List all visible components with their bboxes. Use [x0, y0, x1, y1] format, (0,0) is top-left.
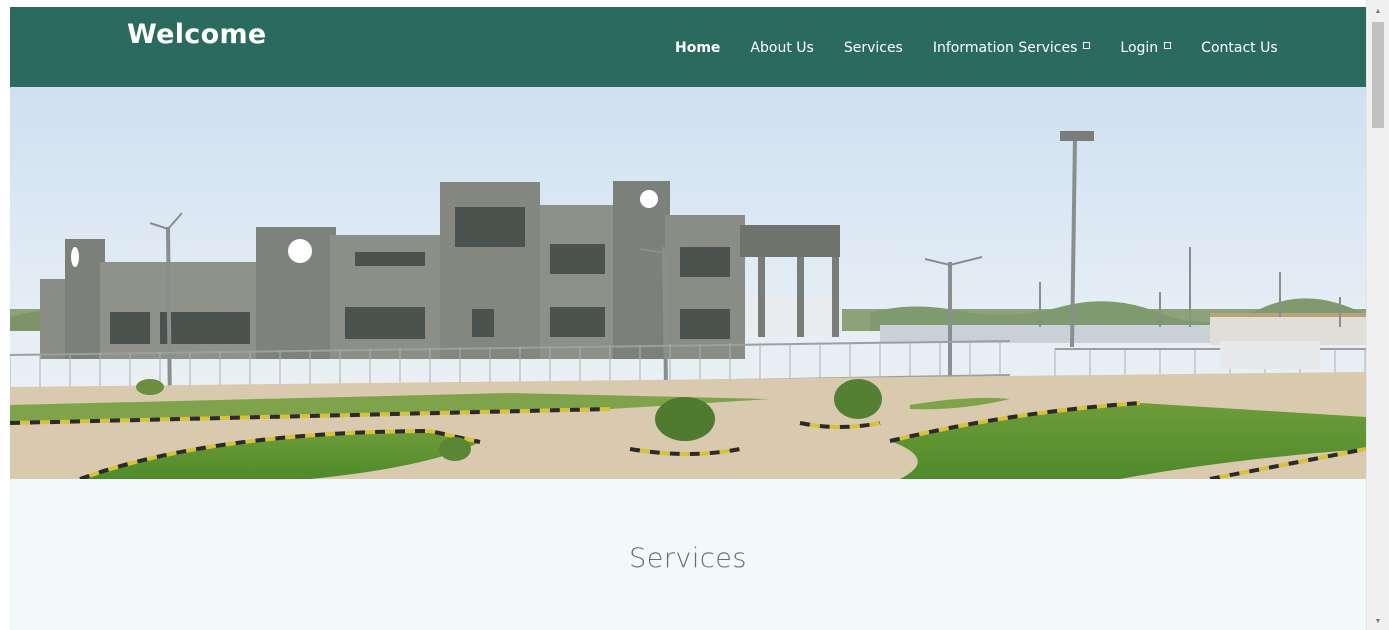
brand-logo-text[interactable]: Welcome [127, 19, 267, 50]
nav-item-label: Home [675, 40, 721, 56]
nav-item-information-services[interactable]: Information Services [933, 40, 1091, 56]
scroll-down-arrow-icon[interactable]: ▼ [1367, 614, 1389, 628]
services-section: Services [10, 479, 1366, 630]
vertical-scrollbar[interactable]: ▲ ▼ [1366, 0, 1389, 630]
nav-item-home[interactable]: Home [675, 40, 720, 56]
caret-box-icon [1164, 42, 1172, 49]
top-strip [0, 0, 1366, 7]
nav-item-label: Contact Us [1201, 40, 1278, 56]
nav-item-contact-us[interactable]: Contact Us [1201, 40, 1277, 56]
nav-item-label: Login [1120, 40, 1159, 56]
main-nav: Home About Us Services Information Servi… [675, 38, 1278, 58]
nav-item-label: Information Services [932, 40, 1078, 56]
caret-box-icon [1083, 42, 1091, 49]
scroll-up-arrow-icon[interactable]: ▲ [1367, 4, 1389, 18]
navbar: Welcome Home About Us Services Informati… [10, 7, 1366, 87]
nav-item-services[interactable]: Services [844, 40, 903, 56]
scroll-thumb[interactable] [1372, 22, 1384, 128]
page: Welcome Home About Us Services Informati… [0, 0, 1389, 630]
nav-item-about-us[interactable]: About Us [750, 40, 813, 56]
hero-banner [10, 87, 1366, 479]
nav-item-login[interactable]: Login [1120, 40, 1172, 56]
services-heading: Services [629, 543, 747, 574]
nav-item-label: About Us [750, 40, 814, 56]
building-photo [10, 87, 1366, 479]
nav-item-label: Services [843, 40, 903, 56]
